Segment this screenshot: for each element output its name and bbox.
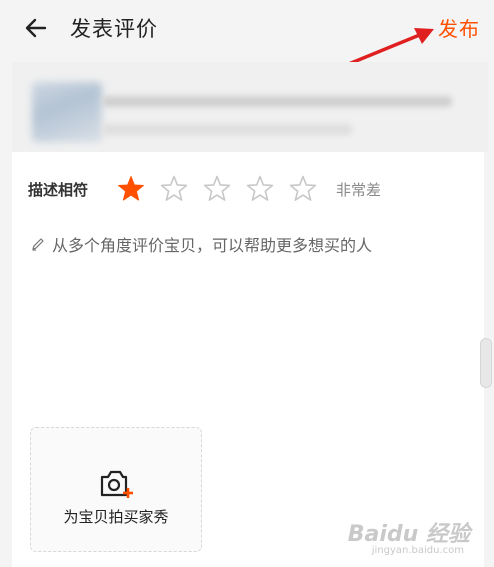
- review-text-input[interactable]: 从多个角度评价宝贝，可以帮助更多想买的人: [30, 232, 470, 412]
- product-title-blurred: [102, 96, 452, 107]
- side-drag-handle[interactable]: [480, 338, 492, 388]
- page-title: 发表评价: [70, 17, 158, 41]
- product-summary: [12, 62, 488, 152]
- star-rating[interactable]: [116, 174, 331, 204]
- star-outline-icon[interactable]: [202, 174, 232, 204]
- watermark-url: jingyan.baidu.com: [371, 545, 464, 556]
- star-outline-icon[interactable]: [245, 174, 275, 204]
- watermark-logo: Baidu 经验: [347, 522, 470, 547]
- star-outline-icon[interactable]: [288, 174, 318, 204]
- review-placeholder: 从多个角度评价宝贝，可以帮助更多想买的人: [52, 236, 373, 255]
- pencil-icon: [32, 238, 44, 251]
- star-filled-icon[interactable]: [116, 174, 146, 204]
- camera-add-icon: [100, 470, 133, 498]
- back-arrow-icon: [25, 18, 47, 38]
- rating-label: 描述相符: [28, 181, 89, 199]
- back-button[interactable]: [20, 12, 52, 44]
- publish-button[interactable]: 发布: [438, 13, 480, 42]
- rating-text: 非常差: [336, 181, 382, 199]
- review-card: 描述相符 非常差 从多个角度评价宝贝，可以帮助更多想买的人 为宝贝拍买家秀: [12, 152, 484, 567]
- product-thumbnail: [32, 82, 102, 142]
- product-spec-blurred: [102, 124, 352, 135]
- add-photo-label: 为宝贝拍买家秀: [63, 508, 169, 526]
- star-outline-icon[interactable]: [159, 174, 189, 204]
- add-photo-button[interactable]: 为宝贝拍买家秀: [30, 427, 202, 552]
